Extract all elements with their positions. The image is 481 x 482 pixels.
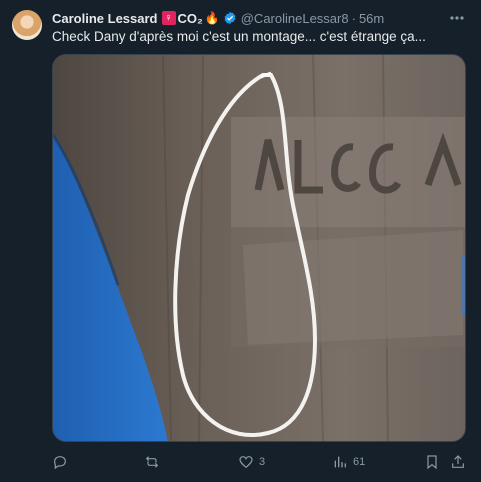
views-button[interactable]: 61 [332, 452, 365, 472]
separator-dot: · [351, 10, 356, 26]
bookmark-icon [427, 455, 437, 470]
tweet-text: Check Dany d'après moi c'est un montage.… [52, 29, 426, 44]
like-button[interactable]: 3 [238, 452, 265, 472]
retweet-button[interactable] [144, 452, 165, 472]
photo-image [53, 55, 465, 441]
heart-icon [239, 456, 253, 469]
fire-emoji: 🔥 [204, 11, 220, 25]
timestamp[interactable]: 56m [359, 11, 384, 26]
tweet-header: Caroline Lessard ♀ CO₂ 🔥 @CarolineLessar… [52, 9, 437, 27]
share-button[interactable] [450, 452, 466, 472]
avatar[interactable] [12, 10, 42, 40]
views-icon [334, 456, 346, 468]
tweet-card[interactable]: Caroline Lessard ♀ CO₂ 🔥 @CarolineLessar… [0, 0, 481, 482]
reply-icon [54, 456, 66, 470]
user-handle[interactable]: @CarolineLessar8 [241, 11, 349, 26]
female-sign-emoji: ♀ [161, 11, 176, 25]
verified-badge-icon [223, 11, 237, 25]
bookmark-button[interactable] [424, 452, 440, 472]
name-suffix: CO₂ [177, 10, 203, 26]
reply-button[interactable] [52, 452, 73, 472]
tweet-photo[interactable] [52, 54, 466, 442]
like-count: 3 [259, 456, 266, 468]
share-icon [452, 455, 464, 468]
more-options-icon[interactable] [447, 8, 467, 28]
tweet-actions: 3 61 [52, 452, 466, 472]
display-name[interactable]: Caroline Lessard [52, 11, 158, 26]
retweet-icon [145, 456, 159, 468]
views-count: 61 [353, 456, 366, 468]
